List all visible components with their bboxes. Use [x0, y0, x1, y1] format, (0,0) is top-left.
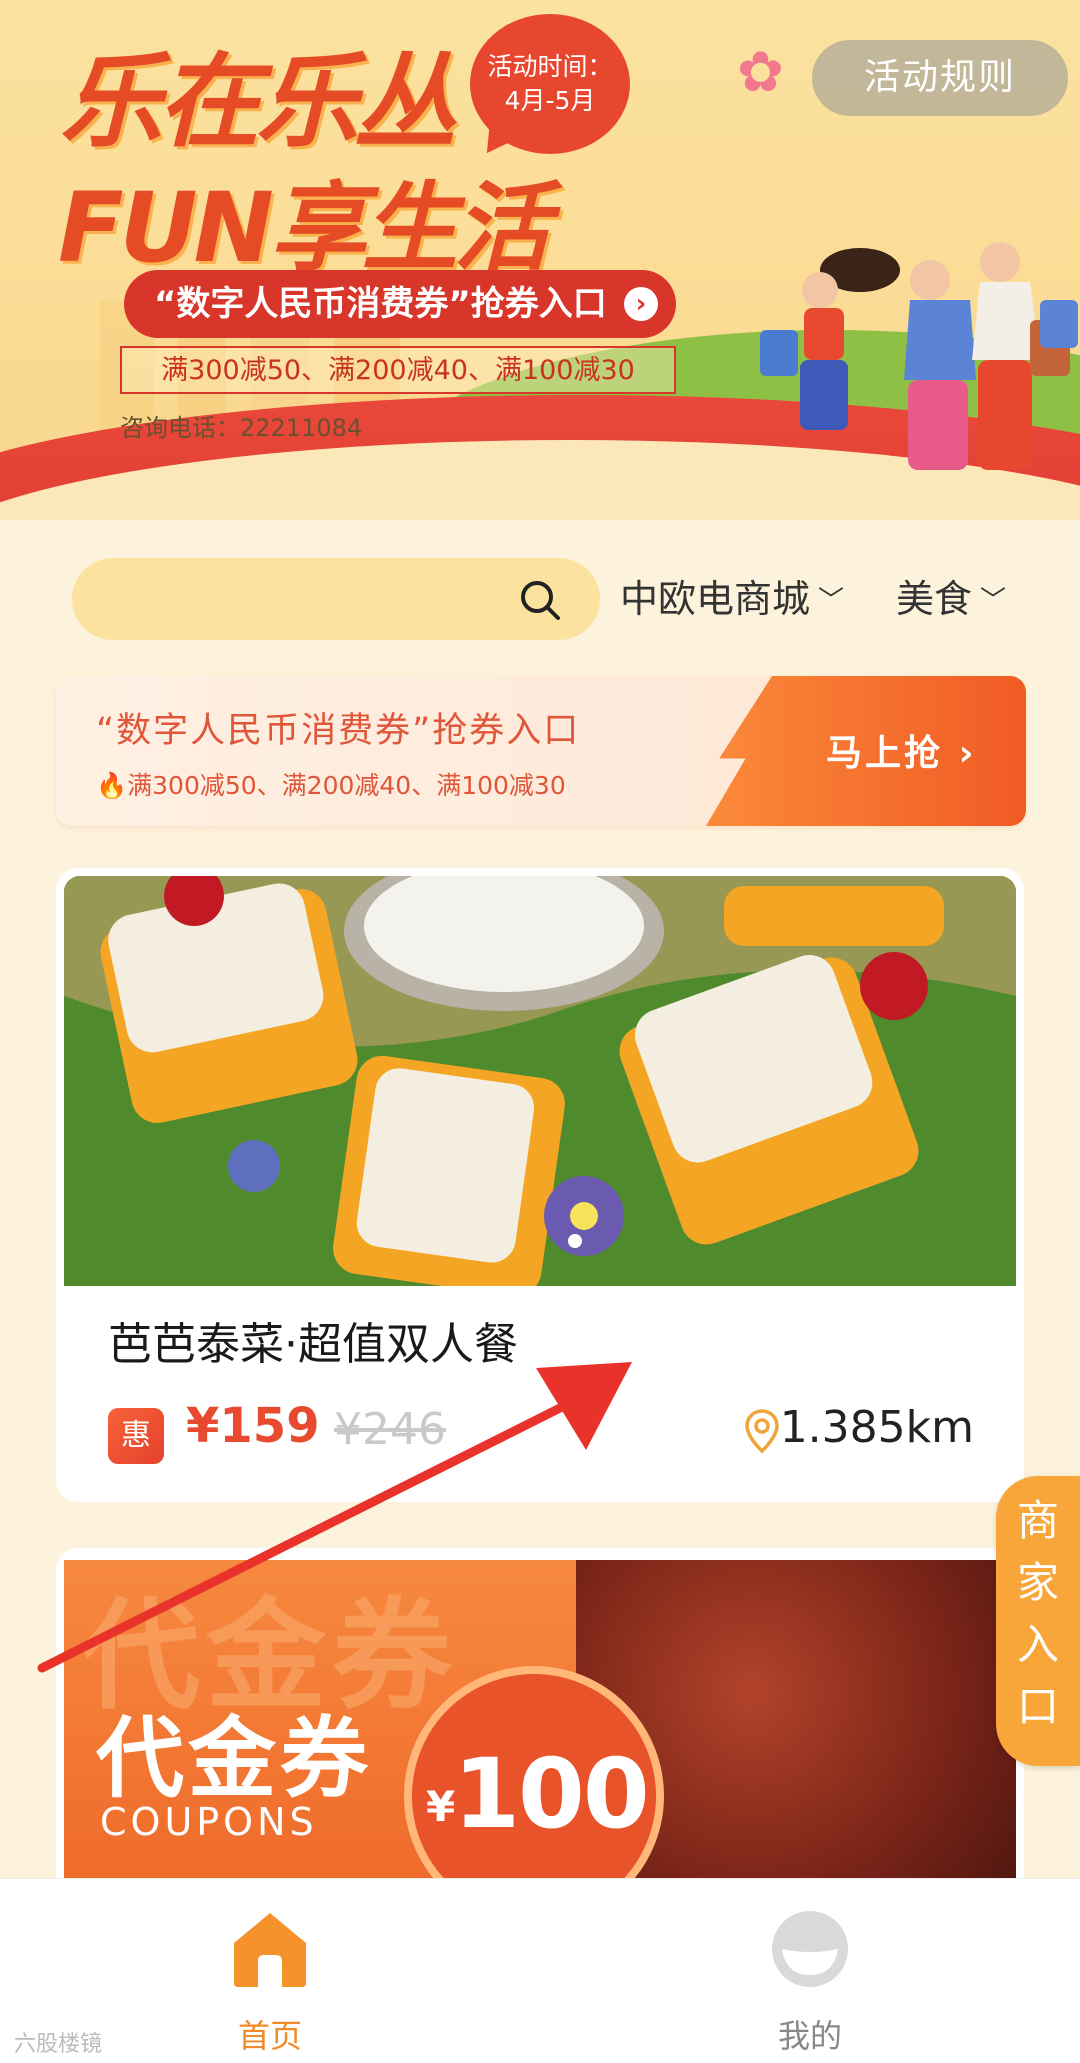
- chevron-right-icon: ›: [624, 287, 658, 321]
- banner-coupon-entry-button[interactable]: “数字人民币消费券”抢券入口 ›: [124, 270, 676, 338]
- merchant-entry-char: 入: [1016, 1620, 1059, 1669]
- product-card[interactable]: 芭芭泰菜·超值双人餐 惠 ¥159 ¥246 1.385km: [56, 868, 1024, 1502]
- activity-time-value: 4月-5月: [504, 86, 596, 115]
- nav-mine[interactable]: 我的: [700, 1879, 920, 2063]
- shopping-people-illustration: [760, 242, 1078, 470]
- phone-label: 咨询电话：: [120, 414, 240, 442]
- bottom-nav: 首页 我的: [0, 1878, 1080, 2063]
- product-original-price: ¥246: [334, 1404, 446, 1455]
- coupon-promo-strip[interactable]: “数字人民币消费券”抢券入口 🔥满300减50、满200减40、满100减30 …: [56, 676, 1026, 826]
- product-distance: 1.385km: [779, 1402, 974, 1453]
- activity-rules-button[interactable]: 活动规则: [812, 40, 1068, 116]
- grab-now-label: 马上抢: [826, 733, 944, 774]
- nav-home-label: 首页: [237, 2017, 302, 2055]
- home-icon: [234, 1913, 306, 1987]
- phone-number: 22211084: [240, 414, 363, 442]
- merchant-entry-char: 家: [1016, 1558, 1059, 1607]
- voucher-amount: ¥100: [426, 1738, 650, 1850]
- food-illustration: [64, 876, 1016, 1286]
- discount-badge: 惠: [108, 1408, 164, 1464]
- search-input[interactable]: [72, 558, 600, 640]
- watermark: 六股楼镜: [14, 2032, 103, 2057]
- product-photo[interactable]: [64, 876, 1016, 1286]
- banner-title-line1: 乐在乐丛: [60, 43, 456, 162]
- banner-coupon-entry-label: “数字人民币消费券”抢券入口: [154, 284, 607, 324]
- merchant-entry-char: 口: [1016, 1682, 1059, 1731]
- mall-filter-dropdown[interactable]: 中欧电商城 ﹀: [620, 558, 844, 640]
- consult-phone: 咨询电话：22211084: [120, 408, 362, 443]
- voucher-title-en: COUPONS: [100, 1800, 318, 1844]
- banner-title-line2: FUN享生活: [58, 172, 550, 284]
- banner-coupon-rules: 满300减50、满200减40、满100减30: [120, 346, 676, 394]
- flower-icon: ✿: [737, 40, 784, 105]
- voucher-title: 代金券: [96, 1707, 373, 1810]
- chevron-right-icon: ›: [958, 733, 977, 774]
- promo-title: “数字人民币消费券”抢券入口: [96, 711, 581, 751]
- activity-time-label: 活动时间：: [487, 52, 613, 81]
- product-price: ¥159: [186, 1398, 320, 1454]
- search-icon[interactable]: [518, 578, 562, 622]
- voucher-card[interactable]: 代金券 代金券 COUPONS ¥100: [56, 1548, 1024, 1878]
- activity-time-bubble: 活动时间： 4月-5月: [470, 14, 630, 154]
- voucher-currency: ¥: [426, 1782, 455, 1831]
- activity-banner[interactable]: 乐在乐丛 FUN享生活 活动时间： 4月-5月 ✿ 活动规则 “数字人民币消费券…: [0, 0, 1080, 520]
- promo-rules-text: 满300减50、满200减40、满100减30: [127, 771, 566, 800]
- promo-rules: 🔥满300减50、满200减40、满100减30: [96, 766, 566, 802]
- voucher-amount-value: 100: [453, 1738, 649, 1850]
- mall-filter-label: 中欧电商城: [620, 577, 811, 621]
- carousel-indicator-dot: [568, 1234, 582, 1248]
- profile-icon: [772, 1911, 848, 1987]
- nav-home[interactable]: 首页: [160, 1879, 380, 2063]
- chevron-down-icon: ﹀: [818, 586, 845, 616]
- merchant-entry-tab[interactable]: 商 家 入 口: [996, 1476, 1080, 1766]
- grab-now-button[interactable]: 马上抢 ›: [826, 724, 976, 776]
- category-filter-label: 美食: [896, 577, 973, 621]
- merchant-entry-char: 商: [1016, 1496, 1059, 1545]
- product-name: 芭芭泰菜·超值双人餐: [108, 1319, 518, 1370]
- chevron-down-icon: ﹀: [980, 586, 1007, 616]
- fire-icon: 🔥: [96, 771, 128, 800]
- location-pin-icon: [745, 1409, 779, 1454]
- category-filter-dropdown[interactable]: 美食 ﹀: [896, 558, 1006, 640]
- nav-mine-label: 我的: [777, 2017, 842, 2055]
